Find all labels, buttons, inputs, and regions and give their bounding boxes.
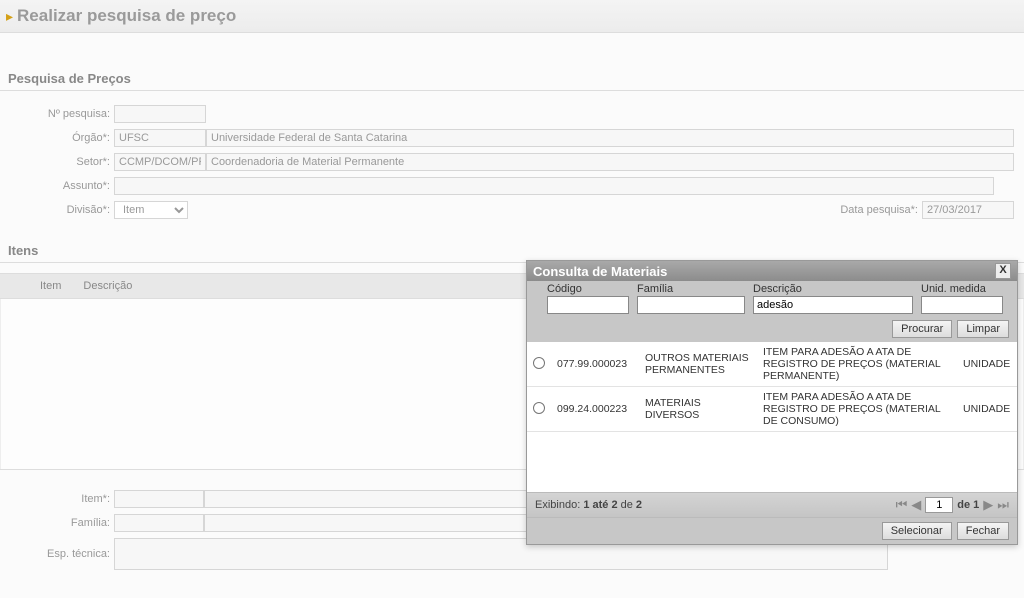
search-input-descricao[interactable] [753, 296, 913, 314]
pager-controls: ⏮ ◀ de 1 ▶ ⏭ [896, 497, 1009, 513]
arrow-icon: ▸ [6, 8, 13, 25]
cell-descricao: ITEM PARA ADESÃO A ATA DE REGISTRO DE PR… [757, 387, 957, 432]
input-familia-code[interactable] [114, 514, 204, 532]
pager-last-icon[interactable]: ⏭ [997, 497, 1009, 513]
cell-familia: OUTROS MATERIAIS PERMANENTES [639, 342, 757, 387]
table-row: 099.24.000223 MATERIAIS DIVERSOS ITEM PA… [527, 387, 1017, 432]
search-label-codigo: Código [547, 283, 629, 296]
limpar-button[interactable]: Limpar [957, 320, 1009, 338]
selecionar-button[interactable]: Selecionar [882, 522, 952, 540]
input-setor-desc[interactable] [206, 153, 1014, 171]
section-header-pesquisa: Pesquisa de Preços [0, 33, 1024, 91]
label-familia: Família: [10, 517, 114, 529]
input-item-code[interactable] [114, 490, 204, 508]
page-title: Realizar pesquisa de preço [17, 6, 236, 26]
form-pesquisa: Nº pesquisa: Órgão*: Setor*: Assunto*: D… [0, 91, 1024, 233]
input-assunto[interactable] [114, 177, 994, 195]
search-label-unid: Unid. medida [921, 283, 1003, 296]
modal-title: Consulta de Materiais [533, 264, 667, 279]
modal-consulta-materiais: Consulta de Materiais X Código Família D… [526, 260, 1018, 545]
modal-searchbar: Código Família Descrição Unid. medida [527, 281, 1017, 320]
label-esp-tecnica: Esp. técnica: [10, 548, 114, 560]
pager-page-input[interactable] [925, 497, 953, 513]
search-label-familia: Família [637, 283, 745, 296]
label-divisao: Divisão*: [10, 204, 114, 216]
cell-familia: MATERIAIS DIVERSOS [639, 387, 757, 432]
pager-showing: Exibindo: 1 até 2 de 2 [535, 499, 642, 511]
search-input-codigo[interactable] [547, 296, 629, 314]
label-item: Item*: [10, 493, 114, 505]
cell-codigo: 099.24.000223 [551, 387, 639, 432]
col-item: Item [40, 280, 61, 292]
search-label-descricao: Descrição [753, 283, 913, 296]
pager-first-icon[interactable]: ⏮ [896, 497, 908, 513]
select-divisao[interactable]: Item [114, 201, 188, 219]
page-title-bar: ▸ Realizar pesquisa de preço [0, 0, 1024, 33]
input-setor-code[interactable] [114, 153, 206, 171]
radio-row-0[interactable] [533, 357, 545, 369]
label-setor: Setor*: [10, 156, 114, 168]
section-header-itens: Itens [0, 233, 1024, 263]
col-desc: Descrição [83, 280, 132, 292]
table-row: 077.99.000023 OUTROS MATERIAIS PERMANENT… [527, 342, 1017, 387]
cell-descricao: ITEM PARA ADESÃO A ATA DE REGISTRO DE PR… [757, 342, 957, 387]
pager-next-icon[interactable]: ▶ [983, 497, 993, 513]
input-orgao-desc[interactable] [206, 129, 1014, 147]
cell-unidade: UNIDADE [957, 342, 1017, 387]
modal-header: Consulta de Materiais X [527, 261, 1017, 281]
pager-prev-icon[interactable]: ◀ [911, 497, 921, 513]
input-data-pesquisa[interactable] [922, 201, 1014, 219]
radio-row-1[interactable] [533, 402, 545, 414]
close-icon[interactable]: X [995, 263, 1011, 279]
label-data-pesquisa: Data pesquisa*: [840, 204, 922, 216]
search-input-unid[interactable] [921, 296, 1003, 314]
label-numero: Nº pesquisa: [10, 108, 114, 120]
input-orgao-code[interactable] [114, 129, 206, 147]
cell-unidade: UNIDADE [957, 387, 1017, 432]
label-assunto: Assunto*: [10, 180, 114, 192]
search-input-familia[interactable] [637, 296, 745, 314]
fechar-button[interactable]: Fechar [957, 522, 1009, 540]
procurar-button[interactable]: Procurar [892, 320, 952, 338]
modal-pager-bar: Exibindo: 1 até 2 de 2 ⏮ ◀ de 1 ▶ ⏭ [527, 492, 1017, 517]
label-orgao: Órgão*: [10, 132, 114, 144]
input-numero[interactable] [114, 105, 206, 123]
modal-results: 077.99.000023 OUTROS MATERIAIS PERMANENT… [527, 342, 1017, 492]
cell-codigo: 077.99.000023 [551, 342, 639, 387]
